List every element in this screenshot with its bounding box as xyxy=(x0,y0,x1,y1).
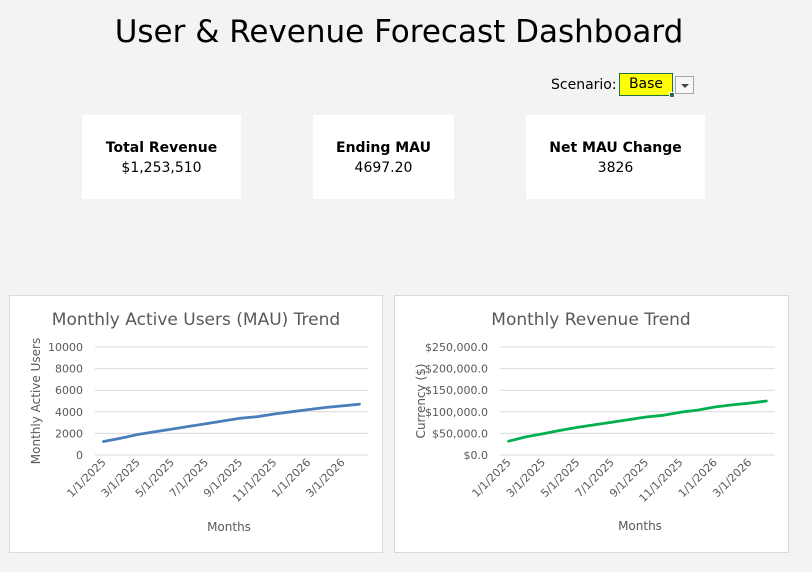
y-tick-label: $100,000.0 xyxy=(425,406,488,419)
y-tick-label: 4000 xyxy=(55,406,83,419)
kpi-label: Ending MAU xyxy=(336,140,431,156)
series-line xyxy=(102,402,361,443)
kpi-card-net-mau-change: Net MAU Change 3826 xyxy=(526,115,705,199)
y-tick-label: $250,000.0 xyxy=(425,341,488,354)
x-axis-label: Months xyxy=(618,519,662,533)
y-tick-label: $0.0 xyxy=(464,449,489,462)
scenario-label: Scenario: xyxy=(551,77,617,93)
kpi-value: $1,253,510 xyxy=(121,160,202,176)
y-axis-label: Currency ($) xyxy=(414,364,428,439)
y-tick-label: $50,000.0 xyxy=(432,427,488,440)
y-tick-label: 2000 xyxy=(55,427,83,440)
mau-trend-chart[interactable]: Monthly Active Users (MAU) Trend 0 2000 400… xyxy=(9,295,383,553)
kpi-card-total-revenue: Total Revenue $1,253,510 xyxy=(82,115,241,199)
y-tick-label: $200,000.0 xyxy=(425,363,488,376)
y-tick-label: 6000 xyxy=(55,384,83,397)
y-axis-label: Monthly Active Users xyxy=(29,338,43,464)
scenario-dropdown-button[interactable] xyxy=(675,76,694,94)
mau-chart-svg: Monthly Active Users (MAU) Trend 0 2000 400… xyxy=(29,310,368,534)
chart-title: Monthly Active Users (MAU) Trend xyxy=(52,310,340,330)
kpi-label: Net MAU Change xyxy=(549,140,682,156)
dashboard-title: User & Revenue Forecast Dashboard xyxy=(114,14,684,50)
kpi-value: 3826 xyxy=(597,160,634,176)
revenue-chart-svg: Monthly Revenue Trend $0.0 $50,000.0 $100,0… xyxy=(414,310,775,533)
kpi-card-ending-mau: Ending MAU 4697.20 xyxy=(313,115,454,199)
scenario-value: Base xyxy=(628,76,664,92)
scenario-select-cell[interactable]: Base xyxy=(619,73,675,98)
kpi-value: 4697.20 xyxy=(354,160,413,176)
y-tick-label: 10000 xyxy=(48,341,83,354)
chevron-down-icon xyxy=(681,84,689,88)
y-tick-label: $150,000.0 xyxy=(425,384,488,397)
kpi-label: Total Revenue xyxy=(105,140,218,156)
revenue-trend-chart[interactable]: Monthly Revenue Trend $0.0 $50,000.0 $100,0… xyxy=(394,295,789,553)
y-tick-label: 0 xyxy=(76,449,83,462)
series-line xyxy=(507,399,768,443)
x-axis-label: Months xyxy=(207,520,251,534)
chart-title: Monthly Revenue Trend xyxy=(491,310,690,330)
y-tick-label: 8000 xyxy=(55,363,83,376)
